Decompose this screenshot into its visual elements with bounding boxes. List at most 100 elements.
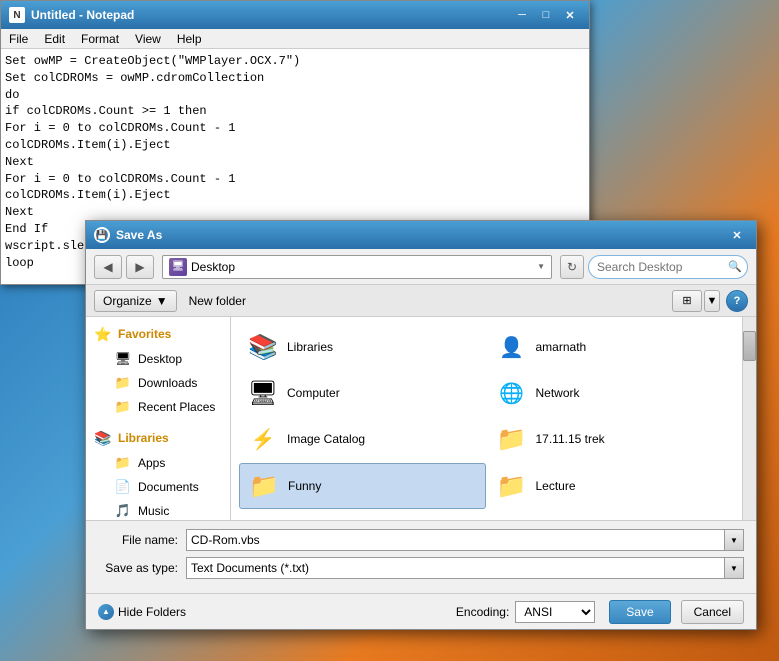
file-image-catalog-label: Image Catalog — [287, 432, 365, 446]
network-icon: 🌐 — [496, 377, 528, 409]
organize-label: Organize — [103, 294, 152, 308]
trek-folder-icon: 📁 — [496, 423, 528, 455]
sidebar-item-downloads[interactable]: 📁 Downloads — [86, 371, 230, 395]
file-scrollbar[interactable] — [742, 317, 756, 520]
sidebar-item-documents[interactable]: 📄 Documents — [86, 475, 230, 499]
menu-view[interactable]: View — [127, 30, 169, 48]
forward-button[interactable]: ▶ — [126, 255, 154, 279]
menu-edit[interactable]: Edit — [36, 30, 73, 48]
file-funny-label: Funny — [288, 479, 321, 493]
sidebar-recent-label: Recent Places — [138, 400, 215, 414]
saveas-sidebar: ⭐ Favorites 🖥 Desktop 📁 Downloads 📁 Rece… — [86, 317, 231, 520]
file-grid: 📚 Libraries 👤 amarnath 🖥 Computer 🌐 Netw… — [231, 317, 742, 520]
address-text: Desktop — [191, 260, 537, 274]
downloads-icon: 📁 — [114, 374, 132, 392]
refresh-button[interactable]: ↻ — [560, 255, 584, 279]
file-libraries[interactable]: 📚 Libraries — [239, 325, 486, 369]
saveas-dialog-icon: 💾 — [94, 227, 110, 243]
favorites-icon: ⭐ — [94, 325, 112, 343]
notepad-menubar: File Edit Format View Help — [1, 29, 589, 49]
libraries-section[interactable]: 📚 Libraries — [86, 425, 230, 451]
filetype-row: Save as type: Text Documents (*.txt) ▼ — [98, 557, 744, 579]
address-dropdown-arrow[interactable]: ▼ — [537, 262, 545, 271]
file-network[interactable]: 🌐 Network — [488, 371, 735, 415]
filename-label: File name: — [98, 533, 178, 547]
file-trek[interactable]: 📁 17.11.15 trek — [488, 417, 735, 461]
file-new-folder[interactable]: 📁 New folder — [488, 511, 735, 520]
sidebar-downloads-label: Downloads — [138, 376, 197, 390]
sidebar-music-label: Music — [138, 504, 169, 518]
filename-input[interactable] — [186, 529, 744, 551]
funny-folder-icon: 📁 — [248, 470, 280, 502]
menu-help[interactable]: Help — [169, 30, 210, 48]
sidebar-apps-label: Apps — [138, 456, 165, 470]
filename-wrapper: ▼ — [186, 529, 744, 551]
lecture-folder-icon: 📁 — [496, 470, 528, 502]
file-amarnath-label: amarnath — [536, 340, 587, 354]
scrollbar-thumb[interactable] — [743, 331, 756, 361]
saveas-dialog: 💾 Save As ✕ ◀ ▶ 🖥 Desktop ▼ ↻ 🔍 Organize… — [85, 220, 757, 630]
favorites-section[interactable]: ⭐ Favorites — [86, 321, 230, 347]
apps-icon: 📁 — [114, 454, 132, 472]
back-button[interactable]: ◀ — [94, 255, 122, 279]
filetype-dropdown-arrow[interactable]: ▼ — [724, 557, 744, 579]
file-image-catalog[interactable]: ⚡ Image Catalog — [239, 417, 486, 461]
file-libraries-label: Libraries — [287, 340, 333, 354]
hide-folders-label: Hide Folders — [118, 605, 186, 619]
saveas-form: File name: ▼ Save as type: Text Document… — [86, 520, 756, 593]
organize-dropdown-icon: ▼ — [156, 294, 168, 308]
filename-row: File name: ▼ — [98, 529, 744, 551]
file-funny[interactable]: 📁 Funny — [239, 463, 486, 509]
filetype-wrapper: Text Documents (*.txt) ▼ — [186, 557, 744, 579]
file-briefcase[interactable]: 💼 New Briefcase — [239, 511, 486, 520]
file-lecture[interactable]: 📁 Lecture — [488, 463, 735, 509]
file-computer-label: Computer — [287, 386, 340, 400]
sidebar-item-apps[interactable]: 📁 Apps — [86, 451, 230, 475]
libraries-file-icon: 📚 — [247, 331, 279, 363]
save-button[interactable]: Save — [609, 600, 670, 624]
saveas-main-area: ⭐ Favorites 🖥 Desktop 📁 Downloads 📁 Rece… — [86, 317, 756, 520]
saveas-titlebar-buttons: ✕ — [726, 226, 748, 244]
organize-button[interactable]: Organize ▼ — [94, 290, 177, 312]
hide-folders-icon: ▲ — [98, 604, 114, 620]
encoding-select[interactable]: ANSI UTF-8 Unicode — [515, 601, 595, 623]
filetype-select[interactable]: Text Documents (*.txt) — [186, 557, 744, 579]
notepad-minimize-button[interactable]: ─ — [511, 6, 533, 24]
notepad-maximize-button[interactable]: □ — [535, 6, 557, 24]
search-input[interactable] — [588, 255, 748, 279]
filename-dropdown-arrow[interactable]: ▼ — [724, 529, 744, 551]
address-bar-icon: 🖥 — [169, 258, 187, 276]
notepad-icon: N — [9, 7, 25, 23]
view-button[interactable]: ⊞ — [672, 290, 702, 312]
libraries-icon: 📚 — [94, 429, 112, 447]
sidebar-item-music[interactable]: 🎵 Music — [86, 499, 230, 520]
sidebar-item-desktop[interactable]: 🖥 Desktop — [86, 347, 230, 371]
saveas-close-button[interactable]: ✕ — [726, 226, 748, 244]
amarnath-icon: 👤 — [496, 331, 528, 363]
desktop-icon: 🖥 — [114, 350, 132, 368]
new-folder-button[interactable]: New folder — [185, 290, 250, 312]
search-wrapper: 🔍 — [588, 255, 748, 279]
search-icon: 🔍 — [728, 260, 742, 273]
encoding-section: Encoding: ANSI UTF-8 Unicode Save Cancel — [456, 600, 744, 624]
notepad-close-button[interactable]: ✕ — [559, 6, 581, 24]
file-network-label: Network — [536, 386, 580, 400]
hide-folders-button[interactable]: ▲ Hide Folders — [98, 604, 186, 620]
saveas-titlebar: 💾 Save As ✕ — [86, 221, 756, 249]
help-button[interactable]: ? — [726, 290, 748, 312]
menu-file[interactable]: File — [1, 30, 36, 48]
favorites-label: Favorites — [118, 327, 171, 341]
address-bar: 🖥 Desktop ▼ — [162, 255, 552, 279]
libraries-label: Libraries — [118, 431, 169, 445]
sidebar-docs-label: Documents — [138, 480, 199, 494]
file-lecture-label: Lecture — [536, 479, 576, 493]
view-dropdown-button[interactable]: ▼ — [704, 290, 720, 312]
cancel-button[interactable]: Cancel — [681, 600, 744, 624]
music-icon: 🎵 — [114, 502, 132, 520]
file-computer[interactable]: 🖥 Computer — [239, 371, 486, 415]
file-amarnath[interactable]: 👤 amarnath — [488, 325, 735, 369]
view-icon: ⊞ — [682, 294, 691, 307]
menu-format[interactable]: Format — [73, 30, 127, 48]
sidebar-item-recent[interactable]: 📁 Recent Places — [86, 395, 230, 419]
notepad-titlebar: N Untitled - Notepad ─ □ ✕ — [1, 1, 589, 29]
